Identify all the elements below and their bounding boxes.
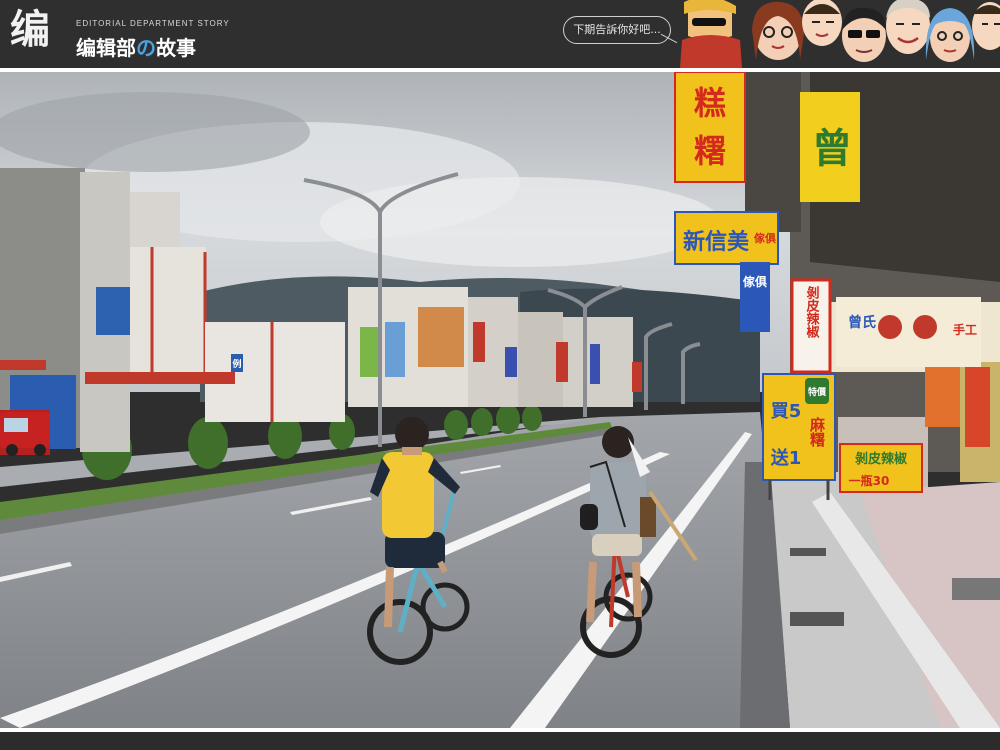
orange-banner [925, 367, 960, 427]
sign-4: 剝皮辣椒 [790, 278, 832, 374]
logo-title-part3: 故事 [156, 36, 196, 60]
logo-mark: 编 [10, 7, 50, 53]
sign-5-line2: 送1 [770, 447, 802, 469]
sign-8-text: 傢俱 [742, 274, 767, 289]
face-icon [886, 0, 930, 54]
red-banner [965, 367, 990, 447]
sign-6: 剝皮辣椒 一瓶30 [839, 443, 923, 493]
logo-title-part1: 编辑部 [76, 36, 136, 60]
sign-6-price: 一瓶30 [849, 473, 890, 488]
logo-title: 编辑部の故事 [76, 32, 196, 61]
face-icon [842, 7, 886, 62]
sign-4-text: 剝皮辣椒 [804, 285, 821, 339]
sign-7: 曾氏 手工 [836, 297, 981, 367]
sign-1: 糕 糬 [674, 72, 746, 183]
road-sign-label: 例 [232, 358, 241, 370]
header-bar: 编 EDITORIAL DEPARTMENT STORY 编辑部の故事 下期告訴… [0, 0, 1000, 68]
sign-2-side: 傢俱 [753, 231, 776, 245]
sign-2-text: 新信美 [683, 229, 750, 255]
sign-5-top: 特價 [808, 386, 827, 398]
sign-3-text: 曾 [812, 126, 852, 172]
logo-subtitle: EDITORIAL DEPARTMENT STORY [76, 19, 230, 28]
footer-bar [0, 732, 1000, 750]
face-icon [925, 8, 975, 62]
face-icon [752, 1, 804, 60]
face-icon [972, 2, 1000, 50]
sign-2: 新信美 傢俱 [674, 211, 779, 265]
street-photo: 例 糕 糬 新信美 傢俱 傢俱 曾 剝皮辣椒 曾氏 手工 特價 買5 送1 麻糬… [0, 72, 1000, 728]
sign-1-line2: 糬 [694, 132, 726, 170]
sign-7-text: 曾氏 [848, 314, 876, 331]
sign-7-side: 手工 [953, 322, 977, 337]
speech-bubble: 下期告訴你好吧... [563, 16, 671, 44]
sign-1-line1: 糕 [694, 84, 726, 122]
sign-6-text: 剝皮辣椒 [855, 451, 907, 467]
face-icon [680, 0, 742, 68]
sign-8: 傢俱 [740, 262, 770, 332]
sign-5-right: 麻糬 [808, 416, 826, 448]
logo-title-part2: の [136, 36, 156, 60]
sign-5-line1: 買5 [771, 401, 802, 422]
cartoon-faces-illustration [680, 0, 1000, 68]
face-icon [802, 0, 842, 46]
